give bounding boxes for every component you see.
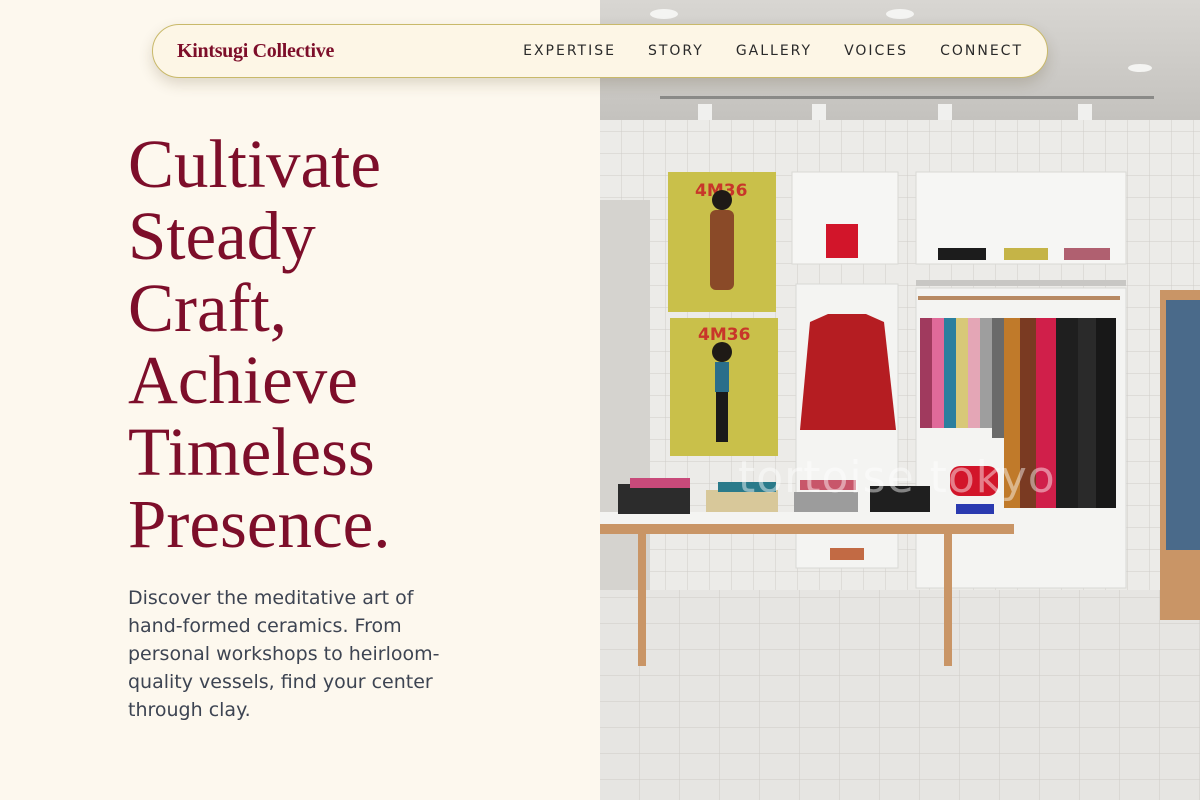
nav-link-connect[interactable]: CONNECT bbox=[940, 43, 1023, 59]
hero-title-line: Presence. bbox=[128, 486, 391, 562]
hero-title-line: Craft, bbox=[128, 270, 288, 346]
brand-logo[interactable]: Kintsugi Collective bbox=[177, 40, 334, 63]
poster-label: 4M36 bbox=[698, 325, 750, 345]
hero-title-line: Steady bbox=[128, 198, 316, 274]
store-illustration: 4M36 4M36 bbox=[600, 0, 1200, 800]
nav-link-story[interactable]: STORY bbox=[648, 43, 704, 59]
nav-link-voices[interactable]: VOICES bbox=[844, 43, 908, 59]
hero-title: Cultivate Steady Craft, Achieve Timeless… bbox=[128, 128, 568, 560]
hero-title-line: Timeless bbox=[128, 414, 375, 490]
hero-title-line: Achieve bbox=[128, 342, 358, 418]
top-navbar: Kintsugi Collective EXPERTISE STORY GALL… bbox=[152, 24, 1048, 78]
hero-title-line: Cultivate bbox=[128, 126, 381, 202]
watermark: tortoise tokyo bbox=[738, 452, 1056, 503]
hero-section: Cultivate Steady Craft, Achieve Timeless… bbox=[0, 0, 600, 800]
nav-link-gallery[interactable]: GALLERY bbox=[736, 43, 812, 59]
nav-links: EXPERTISE STORY GALLERY VOICES CONNECT bbox=[491, 43, 1023, 59]
store-interior-image: 4M36 4M36 bbox=[600, 0, 1200, 800]
nav-link-expertise[interactable]: EXPERTISE bbox=[523, 43, 616, 59]
hero-description: Discover the meditative art of hand-form… bbox=[128, 587, 440, 721]
